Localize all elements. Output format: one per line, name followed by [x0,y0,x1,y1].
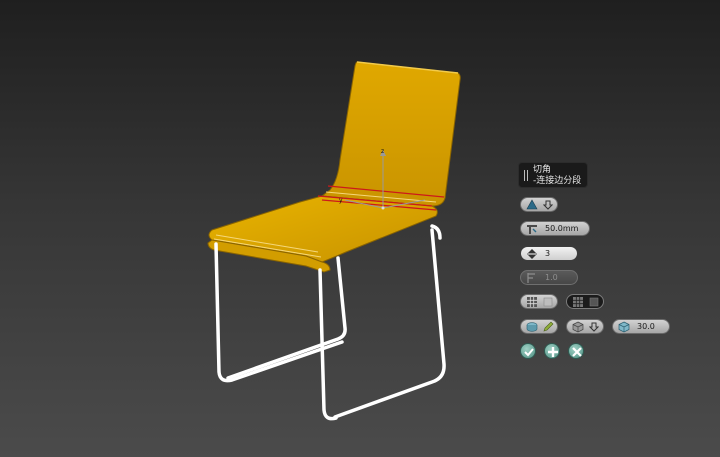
smooth-threshold-field[interactable]: 30.0 [612,319,670,334]
gizmo-z-label: z [381,148,384,155]
plus-icon [548,347,558,357]
tension-value: 1.0 [545,273,558,282]
caddy-title[interactable]: 切角 -连接边分段 [518,162,588,188]
chamfer-amount-icon [527,225,537,234]
chamfer-type-icon [526,199,538,210]
quad-chamfer-toggle[interactable] [566,294,604,309]
open-chamfer-toggle[interactable] [520,294,558,309]
chevron-down-icon [543,200,553,210]
cancel-button[interactable] [568,343,584,359]
chevron-down-icon [589,322,599,332]
check-icon [524,348,534,357]
ok-button[interactable] [520,343,536,359]
tension-icon [527,273,535,283]
toggle-off-icon [543,297,553,307]
apply-button[interactable] [544,343,560,359]
smooth-type-dropdown[interactable] [566,319,604,334]
chair-backrest [320,61,461,207]
viewport[interactable]: z y 切角 -连接边分段 50.0mm 3 1.0 30.0 [0,0,720,457]
toggle-off-icon [589,297,599,307]
chamfer-type-dropdown[interactable] [520,197,558,212]
spinner-icon[interactable] [526,248,538,260]
gizmo-y-label: y [339,197,343,204]
smooth-toggle[interactable] [520,319,558,334]
smooth-icon [526,322,538,332]
amount-value: 50.0mm [545,224,579,233]
caddy-title-line2: -连接边分段 [533,176,582,186]
segments-field[interactable]: 3 [520,246,578,261]
amount-field[interactable]: 50.0mm [520,221,590,236]
caddy-title-line1: 切角 [533,165,552,175]
smooth-threshold-value: 30.0 [637,322,655,331]
x-icon [572,347,582,357]
grid-quad-icon [573,297,583,307]
segments-value: 3 [545,249,551,258]
chair-model[interactable]: z y [0,0,720,457]
grid-open-icon [527,297,537,307]
tension-field[interactable]: 1.0 [520,270,578,285]
pencil-icon [543,321,554,332]
grip-icon[interactable] [524,170,528,181]
threshold-icon [618,321,630,333]
smooth-object-icon [572,321,584,333]
